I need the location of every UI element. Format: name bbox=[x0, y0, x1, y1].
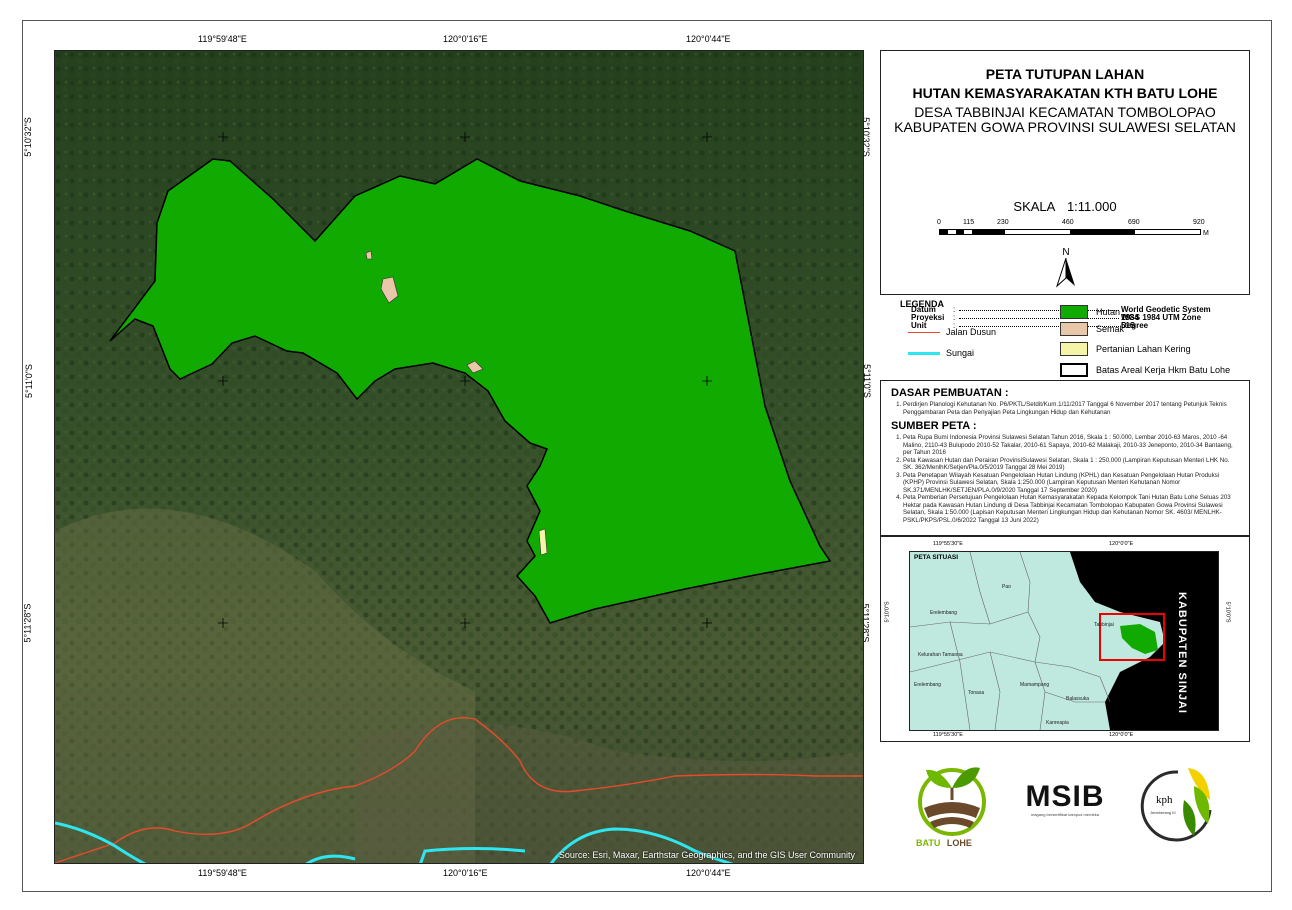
inset-place-kanreapia: Kanreapia bbox=[1046, 720, 1069, 726]
legend-hutan-label: Hutan bbox=[1096, 307, 1121, 317]
inset-place-erelembang-1: Erelembang bbox=[930, 610, 957, 616]
inset-place-balassuka: Balassuka bbox=[1066, 696, 1090, 702]
dasar-panel: DASAR PEMBUATAN : Perdirjen Planologi Ke… bbox=[880, 380, 1250, 536]
kph-sub: Jeneberang III bbox=[1150, 810, 1176, 815]
top-coord-1: 119°59'48"E bbox=[198, 34, 247, 44]
scale-bar-segments bbox=[939, 229, 1201, 235]
title-line-2: HUTAN KEMASYARAKATAN KTH BATU LOHE bbox=[912, 85, 1218, 101]
bottom-coord-1: 119°59'48"E bbox=[198, 868, 247, 878]
north-label: N bbox=[1062, 247, 1070, 258]
legend-sungai: Sungai bbox=[908, 348, 974, 358]
scale-tick-0: 0 bbox=[937, 219, 941, 226]
lohe-text: LOHE bbox=[946, 838, 972, 848]
legend-semak-label: Semak bbox=[1096, 324, 1125, 334]
batu-lohe-logo: BATU LOHE bbox=[912, 760, 992, 856]
legend-title: LEGENDA bbox=[900, 299, 945, 309]
scale-tick-1: 115 bbox=[963, 219, 975, 226]
msib-text: MSIB bbox=[1025, 780, 1105, 813]
legend-semak: Semak bbox=[1060, 322, 1124, 336]
bottom-coord-2: 120°0'16"E bbox=[443, 868, 488, 878]
map-canvas bbox=[55, 51, 863, 863]
title-line-1: PETA TUTUPAN LAHAN bbox=[985, 66, 1145, 82]
inset-canvas bbox=[910, 552, 1218, 730]
legend-sungai-label: Sungai bbox=[946, 348, 975, 358]
kph-logo-icon bbox=[1140, 768, 1212, 842]
batu-lohe-logo-icon bbox=[918, 767, 986, 836]
title-panel: PETA TUTUPAN LAHAN HUTAN KEMASYARAKATAN … bbox=[880, 50, 1250, 330]
legend-jalan: Jalan Dusun bbox=[908, 327, 996, 337]
legend-panel: LEGENDA Jalan Dusun Sungai Hutan Semak P… bbox=[880, 295, 1250, 380]
kph-text: kph bbox=[1156, 794, 1173, 806]
top-coord-3: 120°0'44"E bbox=[686, 34, 731, 44]
inset-place-erelembang-2: Erelembang bbox=[914, 682, 941, 688]
scale-tick-3: 460 bbox=[1062, 219, 1074, 226]
scale-tick-4: 690 bbox=[1128, 219, 1140, 226]
inset-title: PETA SITUASI bbox=[914, 554, 959, 561]
north-arrow: N bbox=[1055, 247, 1077, 291]
inset-place-mamampang: Mamampang bbox=[1020, 682, 1050, 688]
bottom-coord-3: 120°0'44"E bbox=[686, 868, 731, 878]
scale-bar: 0 115 230 460 690 920 M bbox=[937, 219, 1209, 245]
left-coord-2: 5°11'0"S bbox=[23, 364, 34, 398]
legend-batas: Batas Areal Kerja Hkm Batu Lohe bbox=[1060, 363, 1230, 377]
inset-place-tamaona: Kelurahan Tamaona bbox=[918, 652, 963, 658]
scale-tick-2: 230 bbox=[997, 219, 1009, 226]
north-arrow-icon bbox=[1055, 257, 1075, 288]
inset-right-coord: 5°10'0"S bbox=[1224, 601, 1231, 623]
inset-map[interactable]: PETA SITUASI Pao Erelembang Tabbinjai Ke… bbox=[909, 551, 1219, 731]
inset-place-pao: Pao bbox=[1002, 584, 1011, 590]
sumber-item-3: Peta Penetapan Wilayah Kesatuan Pengelol… bbox=[903, 472, 1239, 495]
sumber-item-2: Peta Kawasan Hutan dan Perairan Provinsi… bbox=[903, 457, 1239, 472]
inset-sinjai-label: KABUPATEN SINJAI bbox=[1176, 592, 1188, 714]
scale-value: 1:11.000 bbox=[1066, 199, 1117, 214]
inset-panel: 119°55'30"E 120°0'0"E 119°55'30"E 120°0'… bbox=[880, 536, 1250, 742]
inset-left-coord: 5°10'0"S bbox=[884, 601, 891, 623]
logos-area: BATU LOHE MSIB magang bersertifikat kamp… bbox=[880, 742, 1250, 864]
sumber-item-1: Peta Rupa Bumi Indonesia Provinsi Sulawe… bbox=[903, 434, 1239, 457]
main-map[interactable]: Source: Esri, Maxar, Earthstar Geographi… bbox=[54, 50, 864, 864]
legend-batas-label: Batas Areal Kerja Hkm Batu Lohe bbox=[1096, 365, 1231, 375]
inset-top-coord-1: 119°55'30"E bbox=[933, 541, 963, 547]
legend-hutan: Hutan bbox=[1060, 305, 1120, 319]
legend-pertanian-label: Pertanian Lahan Kering bbox=[1096, 344, 1191, 354]
inset-place-tabbinjai: Tabbinjai bbox=[1094, 622, 1114, 628]
inset-top-coord-2: 120°0'0"E bbox=[1109, 541, 1134, 547]
left-coord-1: 5°10'32"S bbox=[22, 117, 33, 157]
title-line-4: KABUPATEN GOWA PROVINSI SULAWESI SELATAN bbox=[894, 119, 1236, 135]
top-coord-2: 120°0'16"E bbox=[443, 34, 488, 44]
left-coord-3: 5°11'28"S bbox=[22, 603, 33, 643]
dasar-heading: DASAR PEMBUATAN : bbox=[891, 387, 1009, 399]
sumber-heading: SUMBER PETA : bbox=[891, 420, 977, 432]
scale-label: SKALA bbox=[1013, 199, 1056, 214]
dasar-item-1: Perdirjen Planologi Kehutanan No. P6/PKT… bbox=[903, 401, 1239, 416]
map-attribution: Source: Esri, Maxar, Earthstar Geographi… bbox=[558, 850, 855, 860]
legend-jalan-label: Jalan Dusun bbox=[946, 327, 997, 337]
scale-unit: M bbox=[1203, 230, 1209, 237]
inset-bottom-coord-1: 119°55'30"E bbox=[933, 732, 963, 738]
inset-bottom-coord-2: 120°0'0"E bbox=[1109, 732, 1134, 738]
batu-text: BATU bbox=[916, 838, 941, 848]
title-line-3: DESA TABBINJAI KECAMATAN TOMBOLOPAO bbox=[914, 104, 1216, 120]
inset-hkm-area[interactable] bbox=[1120, 624, 1158, 654]
inset-place-tonasa: Tonasa bbox=[968, 690, 985, 696]
legend-pertanian: Pertanian Lahan Kering bbox=[1060, 342, 1191, 356]
sumber-item-4: Peta Pemberian Persetujuan Pengelolaan H… bbox=[903, 494, 1239, 524]
msib-logo: MSIB magang bersertifikat kampus merdeka bbox=[1010, 780, 1120, 830]
kph-logo: kph Jeneberang III bbox=[1138, 760, 1218, 856]
scale-tick-5: 920 bbox=[1193, 219, 1205, 226]
scale-text: SKALA 1:11.000 bbox=[881, 199, 1249, 214]
